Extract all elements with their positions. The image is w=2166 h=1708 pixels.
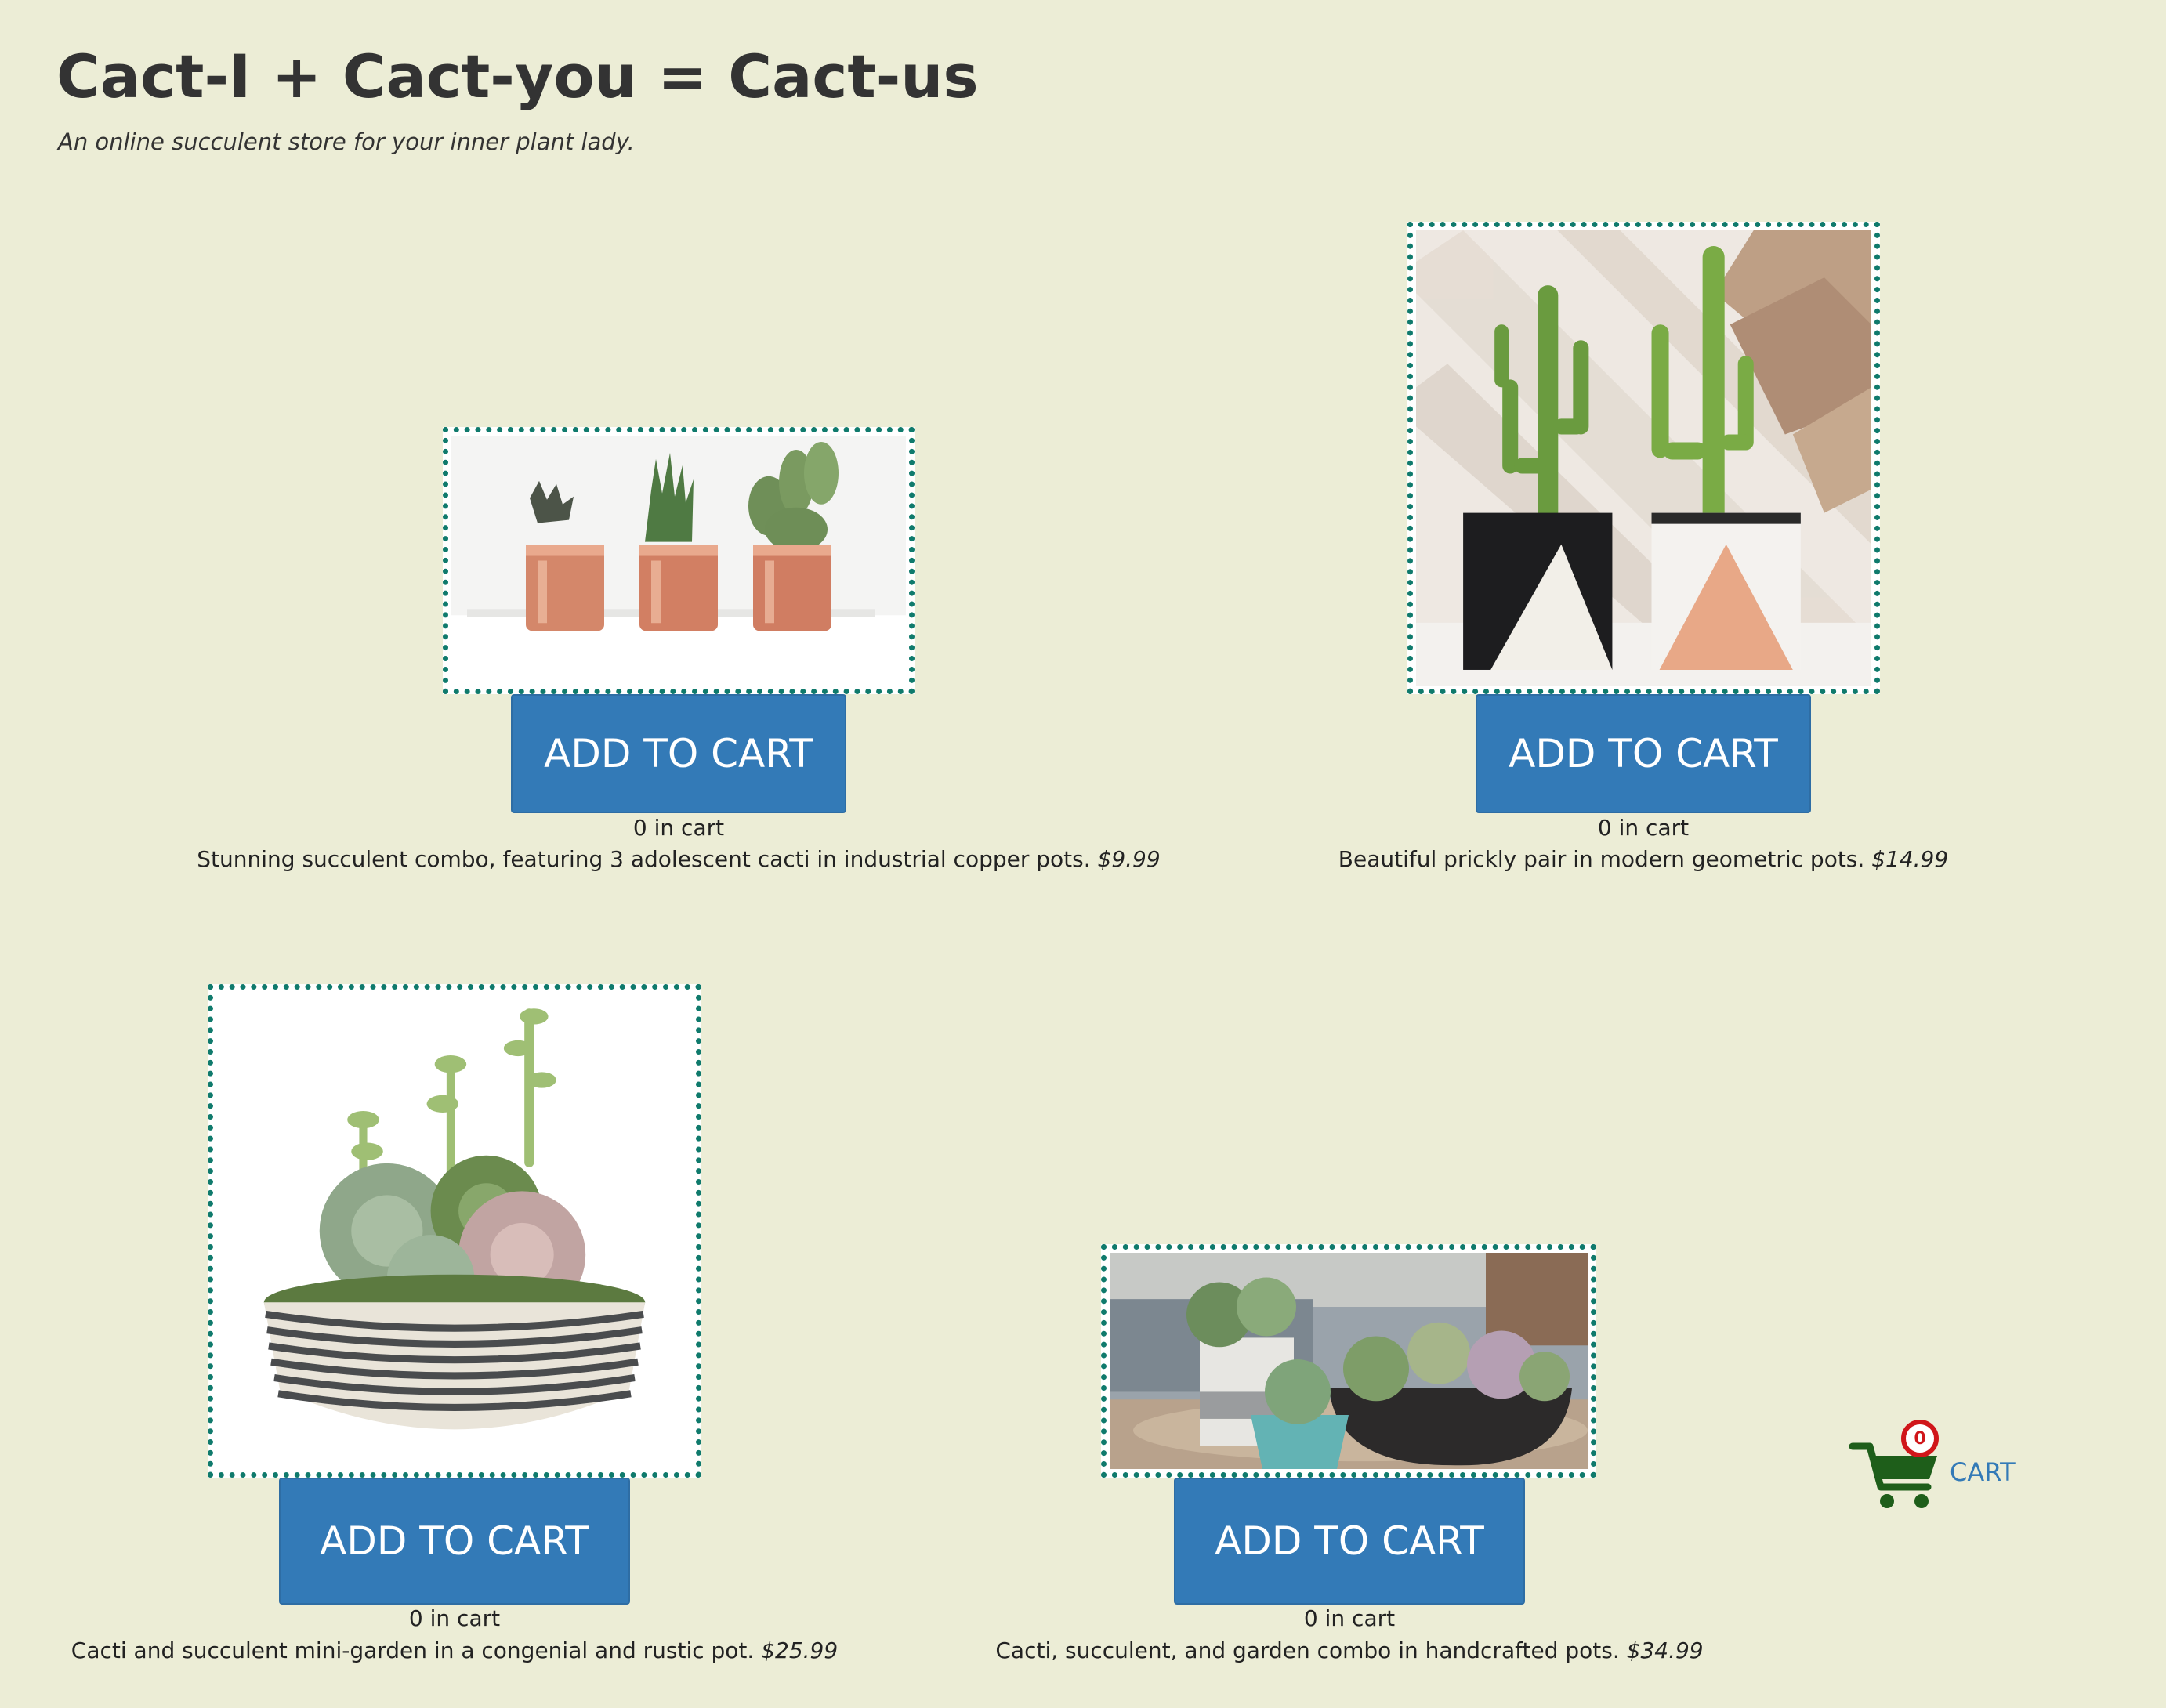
cart-label[interactable]: CART — [1950, 1457, 2016, 1487]
add-to-cart-button[interactable]: ADD TO CART — [511, 694, 846, 813]
product-description: Beautiful prickly pair in modern geometr… — [1173, 846, 2113, 872]
page-title: Cact-I + Cact-you = Cact-us — [56, 42, 979, 111]
product-description: Cacti and succulent mini-garden in a con… — [24, 1637, 886, 1663]
add-to-cart-button[interactable]: ADD TO CART — [279, 1478, 630, 1605]
product-description-text: Stunning succulent combo, featuring 3 ad… — [197, 846, 1091, 872]
cart-link[interactable]: 0 CART — [1849, 1420, 2022, 1514]
product-description: Stunning succulent combo, featuring 3 ad… — [130, 846, 1227, 872]
cart-count-text: 0 in cart — [632, 815, 725, 841]
add-to-cart-button[interactable]: ADD TO CART — [1174, 1478, 1525, 1605]
cart-count-text: 0 in cart — [408, 1605, 501, 1631]
product-description-text: Beautiful prickly pair in modern geometr… — [1338, 846, 1865, 872]
cart-count-badge: 0 — [1901, 1420, 1939, 1457]
product-image-geometric-pots — [1407, 222, 1880, 694]
cart-count-text: 0 in cart — [1303, 1605, 1396, 1631]
product-image-rustic-pot — [208, 984, 701, 1478]
product-price: $34.99 — [1626, 1637, 1704, 1663]
product-description-text: Cacti and succulent mini-garden in a con… — [71, 1637, 755, 1663]
add-to-cart-button[interactable]: ADD TO CART — [1476, 694, 1811, 813]
page-subtitle: An online succulent store for your inner… — [58, 128, 635, 155]
product-price: $14.99 — [1871, 846, 1949, 872]
product-description-text: Cacti, succulent, and garden combo in ha… — [995, 1637, 1620, 1663]
cart-count-text: 0 in cart — [1597, 815, 1690, 841]
product-image-handcrafted-pots — [1101, 1244, 1596, 1478]
product-description: Cacti, succulent, and garden combo in ha… — [879, 1637, 1820, 1663]
product-price: $9.99 — [1097, 846, 1161, 872]
product-image-copper-pots — [443, 427, 915, 694]
product-price: $25.99 — [761, 1637, 839, 1663]
